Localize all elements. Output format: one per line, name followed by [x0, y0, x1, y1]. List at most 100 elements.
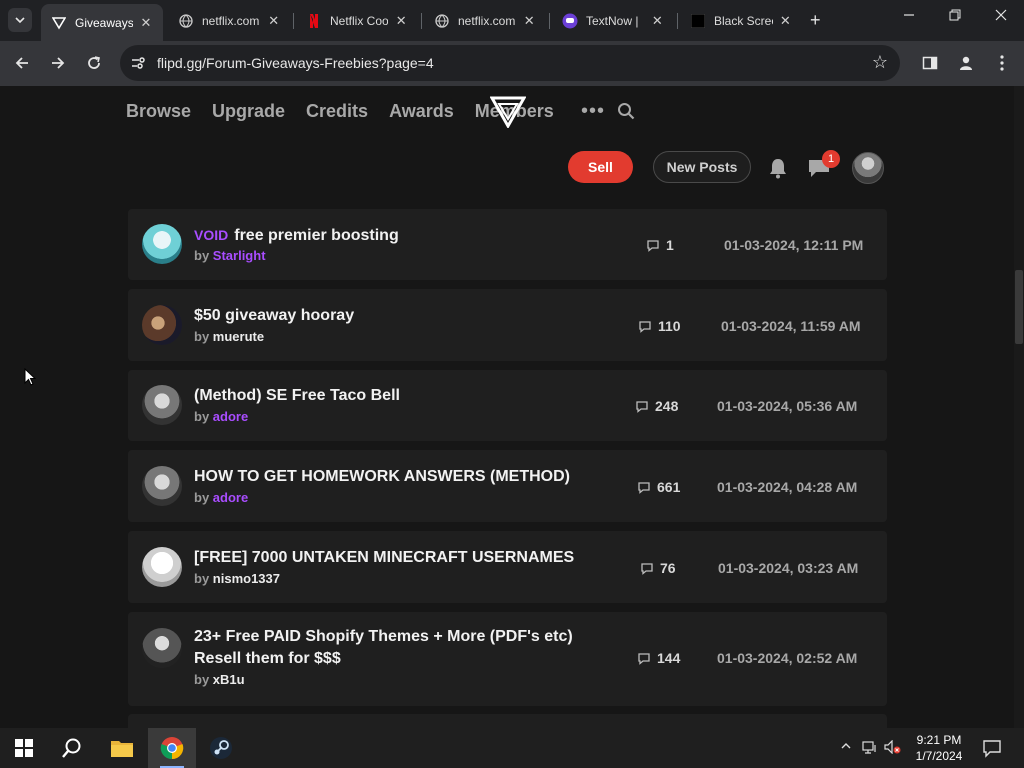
- scrollbar-thumb[interactable]: [1015, 270, 1023, 344]
- tab-netflix-cookies[interactable]: Netflix Coo ✕: [296, 6, 418, 36]
- taskbar-search-button[interactable]: [48, 728, 96, 768]
- thread-date[interactable]: 01-03-2024, 04:28 AM: [717, 479, 857, 495]
- flipd-logo-icon: [51, 15, 67, 31]
- thread-date[interactable]: 01-03-2024, 02:52 AM: [717, 650, 857, 666]
- thread-replies: 661: [637, 479, 680, 495]
- tab-title: TextNow |: [586, 14, 639, 28]
- thread-author[interactable]: muerute: [213, 329, 264, 344]
- thread-author-avatar[interactable]: [142, 547, 182, 587]
- more-menu-icon[interactable]: •••: [581, 100, 605, 123]
- tab-title: Netflix Coo: [330, 14, 389, 28]
- tab-netflix-com-1[interactable]: netflix.com ✕: [168, 6, 290, 36]
- thread-title[interactable]: (Method) SE Free Taco Bell: [194, 385, 400, 407]
- side-panel-button[interactable]: [919, 52, 941, 74]
- reply-count: 76: [660, 560, 676, 576]
- notification-bell-icon[interactable]: [767, 157, 789, 184]
- tab-netflix-com-2[interactable]: netflix.com ✕: [424, 6, 546, 36]
- by-prefix: by: [194, 329, 210, 344]
- tab-giveaways[interactable]: Giveaways ✕: [41, 4, 163, 41]
- close-tab-icon[interactable]: ✕: [522, 13, 536, 29]
- reply-count: 248: [655, 398, 679, 414]
- thread-author[interactable]: nismo1337: [213, 571, 280, 586]
- thread-title-line2[interactable]: Resell them for $$$: [194, 650, 341, 667]
- thread-title[interactable]: 23+ Free PAID Shopify Themes + More (PDF…: [194, 626, 573, 670]
- forward-button[interactable]: [46, 51, 70, 75]
- new-tab-button[interactable]: +: [810, 10, 821, 31]
- system-clock[interactable]: 9:21 PM 1/7/2024: [908, 732, 970, 764]
- minimize-button[interactable]: [886, 8, 932, 32]
- nav-upgrade[interactable]: Upgrade: [212, 101, 285, 122]
- thread-title[interactable]: VOID free premier boosting: [194, 224, 399, 247]
- close-tab-icon[interactable]: ✕: [394, 13, 408, 29]
- thread-title[interactable]: [FREE] 7000 UNTAKEN MINECRAFT USERNAMES: [194, 547, 574, 569]
- close-tab-icon[interactable]: ✕: [139, 15, 153, 31]
- steam-taskbar-button[interactable]: [197, 728, 245, 768]
- globe-icon: [434, 13, 450, 29]
- thread-date[interactable]: 01-03-2024, 11:59 AM: [721, 318, 861, 334]
- nav-credits[interactable]: Credits: [306, 101, 368, 122]
- profile-button[interactable]: [955, 52, 977, 74]
- thread-row[interactable]: [FREE] 7000 UNTAKEN MINECRAFT USERNAMES …: [128, 531, 887, 603]
- volume-muted-icon[interactable]: [884, 739, 902, 757]
- reload-button[interactable]: [82, 51, 106, 75]
- thread-date[interactable]: 01-03-2024, 12:11 PM: [724, 237, 863, 253]
- site-info-icon[interactable]: [130, 55, 146, 76]
- file-explorer-button[interactable]: [98, 728, 146, 768]
- messages-badge: 1: [822, 150, 840, 168]
- close-tab-icon[interactable]: ✕: [267, 13, 280, 29]
- network-icon[interactable]: [862, 740, 878, 757]
- search-icon[interactable]: [617, 102, 635, 125]
- thread-author[interactable]: adore: [213, 490, 248, 505]
- start-button[interactable]: [0, 728, 48, 768]
- thread-replies: 110: [638, 318, 681, 334]
- tab-black-screen[interactable]: Black Scree ✕: [680, 6, 802, 36]
- steam-logo-icon: [210, 737, 232, 759]
- thread-row[interactable]: $50 giveaway hooray by muerute 110 01-03…: [128, 289, 887, 361]
- thread-replies: 76: [640, 560, 676, 576]
- thread-author-avatar[interactable]: [142, 385, 182, 425]
- notification-center-icon[interactable]: [982, 738, 1002, 761]
- address-bar[interactable]: flipd.gg/Forum-Giveaways-Freebies?page=4…: [120, 45, 900, 81]
- sell-button[interactable]: Sell: [568, 151, 633, 183]
- back-button[interactable]: [10, 51, 34, 75]
- thread-author-avatar[interactable]: [142, 305, 182, 345]
- thread-row[interactable]: [128, 714, 887, 728]
- thread-byline: by adore: [194, 490, 248, 505]
- chevron-up-icon[interactable]: [840, 740, 852, 755]
- thread-row[interactable]: (Method) SE Free Taco Bell by adore 248 …: [128, 370, 887, 441]
- new-posts-button[interactable]: New Posts: [653, 151, 751, 183]
- nav-awards[interactable]: Awards: [389, 101, 454, 122]
- thread-author-avatar[interactable]: [142, 628, 182, 668]
- thread-row[interactable]: 23+ Free PAID Shopify Themes + More (PDF…: [128, 612, 887, 706]
- tab-search-button[interactable]: [8, 8, 32, 32]
- thread-title[interactable]: HOW TO GET HOMEWORK ANSWERS (METHOD): [194, 466, 570, 488]
- close-tab-icon[interactable]: ✕: [779, 13, 792, 29]
- page-scrollbar[interactable]: [1014, 86, 1024, 728]
- thread-row[interactable]: HOW TO GET HOMEWORK ANSWERS (METHOD) by …: [128, 450, 887, 522]
- close-window-button[interactable]: [978, 8, 1024, 32]
- thread-date[interactable]: 01-03-2024, 03:23 AM: [718, 560, 858, 576]
- thread-date[interactable]: 01-03-2024, 05:36 AM: [717, 398, 857, 414]
- thread-author[interactable]: Starlight: [213, 248, 266, 263]
- thread-author-avatar[interactable]: [142, 224, 182, 264]
- nav-browse[interactable]: Browse: [126, 101, 191, 122]
- thread-title-text[interactable]: free premier boosting: [234, 227, 398, 244]
- bookmark-star-icon[interactable]: ☆: [872, 52, 888, 73]
- thread-title[interactable]: $50 giveaway hooray: [194, 305, 354, 327]
- thread-title-line1[interactable]: 23+ Free PAID Shopify Themes + More (PDF…: [194, 628, 573, 645]
- reply-count: 110: [658, 318, 681, 334]
- chrome-taskbar-button[interactable]: [148, 728, 196, 768]
- kebab-menu-icon: [1000, 55, 1004, 71]
- tab-textnow[interactable]: TextNow | ✕: [552, 6, 674, 36]
- thread-author[interactable]: xB1u: [213, 672, 245, 687]
- thread-author[interactable]: adore: [213, 409, 248, 424]
- close-tab-icon[interactable]: ✕: [651, 13, 664, 29]
- thread-author-avatar[interactable]: [142, 466, 182, 506]
- thread-row[interactable]: VOID free premier boosting by Starlight 1…: [128, 209, 887, 280]
- browser-menu-button[interactable]: [991, 52, 1013, 74]
- url-text[interactable]: flipd.gg/Forum-Giveaways-Freebies?page=4: [157, 55, 434, 71]
- restore-button[interactable]: [932, 8, 978, 32]
- flipd-logo-icon[interactable]: [489, 96, 527, 133]
- by-prefix: by: [194, 490, 210, 505]
- user-avatar[interactable]: [852, 152, 884, 184]
